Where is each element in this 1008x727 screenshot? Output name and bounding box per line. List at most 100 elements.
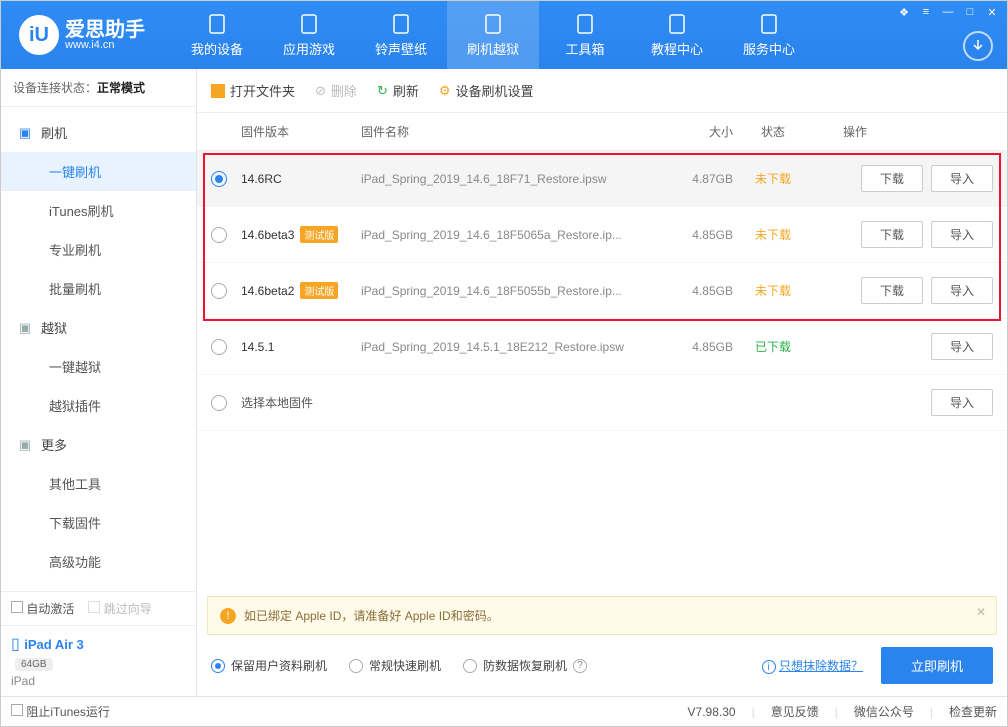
maximize-icon[interactable]: □ bbox=[961, 5, 979, 19]
nav-icon bbox=[298, 13, 320, 35]
row-radio[interactable] bbox=[211, 339, 227, 355]
row-radio[interactable] bbox=[211, 395, 227, 411]
nav-2[interactable]: 铃声壁纸 bbox=[355, 1, 447, 69]
gear-icon: ⚙ bbox=[439, 83, 451, 99]
nav-3[interactable]: 刷机越狱 bbox=[447, 1, 539, 69]
col-ops: 操作 bbox=[813, 123, 993, 140]
more-icon: ▣ bbox=[17, 437, 33, 453]
app-url: www.i4.cn bbox=[65, 40, 145, 51]
sidebar-cat-flash[interactable]: ▣刷机 bbox=[1, 113, 196, 152]
close-icon[interactable]: ✕ bbox=[983, 5, 1001, 19]
row-filename: iPad_Spring_2019_14.5.1_18E212_Restore.i… bbox=[361, 340, 653, 354]
refresh-icon: ↻ bbox=[377, 83, 388, 99]
row-status: 未下载 bbox=[733, 170, 813, 187]
firmware-row[interactable]: 14.5.1iPad_Spring_2019_14.5.1_18E212_Res… bbox=[197, 319, 1007, 375]
sidebar-item[interactable]: 下载固件 bbox=[1, 503, 196, 542]
sidebar-cat-shield[interactable]: ▣越狱 bbox=[1, 308, 196, 347]
warning-icon: ! bbox=[220, 608, 236, 624]
row-radio[interactable] bbox=[211, 283, 227, 299]
settings-button[interactable]: ⚙设备刷机设置 bbox=[439, 81, 534, 100]
row-version: 14.6beta2测试版 bbox=[241, 282, 361, 299]
col-name: 固件名称 bbox=[361, 123, 653, 140]
firmware-row[interactable]: 14.6RCiPad_Spring_2019_14.6_18F71_Restor… bbox=[197, 151, 1007, 207]
download-button[interactable]: 下载 bbox=[861, 165, 923, 192]
row-size: 4.85GB bbox=[653, 340, 733, 354]
version-label: V7.98.30 bbox=[688, 705, 736, 719]
nav-6[interactable]: 服务中心 bbox=[723, 1, 815, 69]
sidebar-item[interactable]: 批量刷机 bbox=[1, 269, 196, 308]
firmware-row[interactable]: 14.6beta2测试版iPad_Spring_2019_14.6_18F505… bbox=[197, 263, 1007, 319]
app-logo: iU 爱思助手 www.i4.cn bbox=[1, 15, 163, 55]
auto-activate-checkbox[interactable]: 自动激活 bbox=[11, 600, 74, 617]
row-status: 未下载 bbox=[733, 282, 813, 299]
row-version: 14.5.1 bbox=[241, 340, 361, 354]
sidebar-item[interactable]: 专业刷机 bbox=[1, 230, 196, 269]
nav-icon bbox=[574, 13, 596, 35]
row-radio[interactable] bbox=[211, 227, 227, 243]
sidebar-item[interactable]: 一键刷机 bbox=[1, 152, 196, 191]
nav-1[interactable]: 应用游戏 bbox=[263, 1, 355, 69]
wechat-link[interactable]: 微信公众号 bbox=[854, 703, 914, 720]
sidebar-item[interactable]: 一键越狱 bbox=[1, 347, 196, 386]
mode-option[interactable]: 常规快速刷机 bbox=[349, 657, 441, 674]
sidebar-cat-more[interactable]: ▣更多 bbox=[1, 425, 196, 464]
block-itunes-checkbox[interactable]: 阻止iTunes运行 bbox=[11, 703, 110, 720]
menu-icon[interactable]: ≡ bbox=[917, 5, 935, 19]
sidebar-item[interactable]: 越狱插件 bbox=[1, 386, 196, 425]
delete-button[interactable]: ⊘删除 bbox=[315, 81, 357, 100]
open-folder-button[interactable]: 打开文件夹 bbox=[211, 81, 295, 100]
firmware-row[interactable]: 14.6beta3测试版iPad_Spring_2019_14.6_18F506… bbox=[197, 207, 1007, 263]
connection-status: 设备连接状态：正常模式 bbox=[1, 69, 196, 107]
feedback-link[interactable]: 意见反馈 bbox=[771, 703, 819, 720]
import-button[interactable]: 导入 bbox=[931, 389, 993, 416]
skip-guide-checkbox[interactable]: 跳过向导 bbox=[88, 600, 151, 617]
row-filename: iPad_Spring_2019_14.6_18F5055b_Restore.i… bbox=[361, 284, 653, 298]
sidebar-item[interactable]: 其他工具 bbox=[1, 464, 196, 503]
row-size: 4.85GB bbox=[653, 228, 733, 242]
nav-icon bbox=[666, 13, 688, 35]
pin-icon[interactable]: ❖ bbox=[895, 5, 913, 19]
download-circle-icon[interactable] bbox=[963, 31, 993, 61]
row-filename: iPad_Spring_2019_14.6_18F5065a_Restore.i… bbox=[361, 228, 653, 242]
sidebar-item[interactable]: iTunes刷机 bbox=[1, 191, 196, 230]
flash-icon: ▣ bbox=[17, 125, 33, 141]
logo-icon: iU bbox=[19, 15, 59, 55]
update-link[interactable]: 检查更新 bbox=[949, 703, 997, 720]
device-info[interactable]: ▯ iPad Air 3 64GB iPad bbox=[1, 625, 196, 696]
nav-icon bbox=[758, 13, 780, 35]
mode-option[interactable]: 保留用户资料刷机 bbox=[211, 657, 327, 674]
download-button[interactable]: 下载 bbox=[861, 221, 923, 248]
nav-0[interactable]: 我的设备 bbox=[171, 1, 263, 69]
mode-option[interactable]: 防数据恢复刷机 ? bbox=[463, 657, 587, 674]
mode-radio[interactable] bbox=[211, 659, 225, 673]
download-button[interactable]: 下载 bbox=[861, 277, 923, 304]
refresh-button[interactable]: ↻刷新 bbox=[377, 81, 419, 100]
import-button[interactable]: 导入 bbox=[931, 277, 993, 304]
flash-button[interactable]: 立即刷机 bbox=[881, 647, 993, 684]
row-filename: iPad_Spring_2019_14.6_18F71_Restore.ipsw bbox=[361, 172, 653, 186]
erase-help[interactable]: i 只想抹除数据？ bbox=[762, 657, 863, 675]
warning-banner: ! 如已绑定 Apple ID，请准备好 Apple ID和密码。 ✕ bbox=[207, 596, 997, 635]
warning-close-icon[interactable]: ✕ bbox=[976, 605, 986, 619]
nav-5[interactable]: 教程中心 bbox=[631, 1, 723, 69]
nav-4[interactable]: 工具箱 bbox=[539, 1, 631, 69]
nav-icon bbox=[482, 13, 504, 35]
row-size: 4.85GB bbox=[653, 284, 733, 298]
local-firmware-row[interactable]: 选择本地固件导入 bbox=[197, 375, 1007, 431]
nav-icon bbox=[390, 13, 412, 35]
minimize-icon[interactable]: — bbox=[939, 5, 957, 19]
row-radio[interactable] bbox=[211, 171, 227, 187]
help-icon[interactable]: ? bbox=[573, 659, 587, 673]
col-status: 状态 bbox=[733, 123, 813, 140]
shield-icon: ▣ bbox=[17, 320, 33, 336]
mode-radio[interactable] bbox=[463, 659, 477, 673]
row-status: 未下载 bbox=[733, 226, 813, 243]
import-button[interactable]: 导入 bbox=[931, 165, 993, 192]
col-size: 大小 bbox=[653, 123, 733, 140]
row-status: 已下载 bbox=[733, 338, 813, 355]
import-button[interactable]: 导入 bbox=[931, 333, 993, 360]
row-version: 14.6RC bbox=[241, 172, 361, 186]
mode-radio[interactable] bbox=[349, 659, 363, 673]
sidebar-item[interactable]: 高级功能 bbox=[1, 542, 196, 581]
import-button[interactable]: 导入 bbox=[931, 221, 993, 248]
